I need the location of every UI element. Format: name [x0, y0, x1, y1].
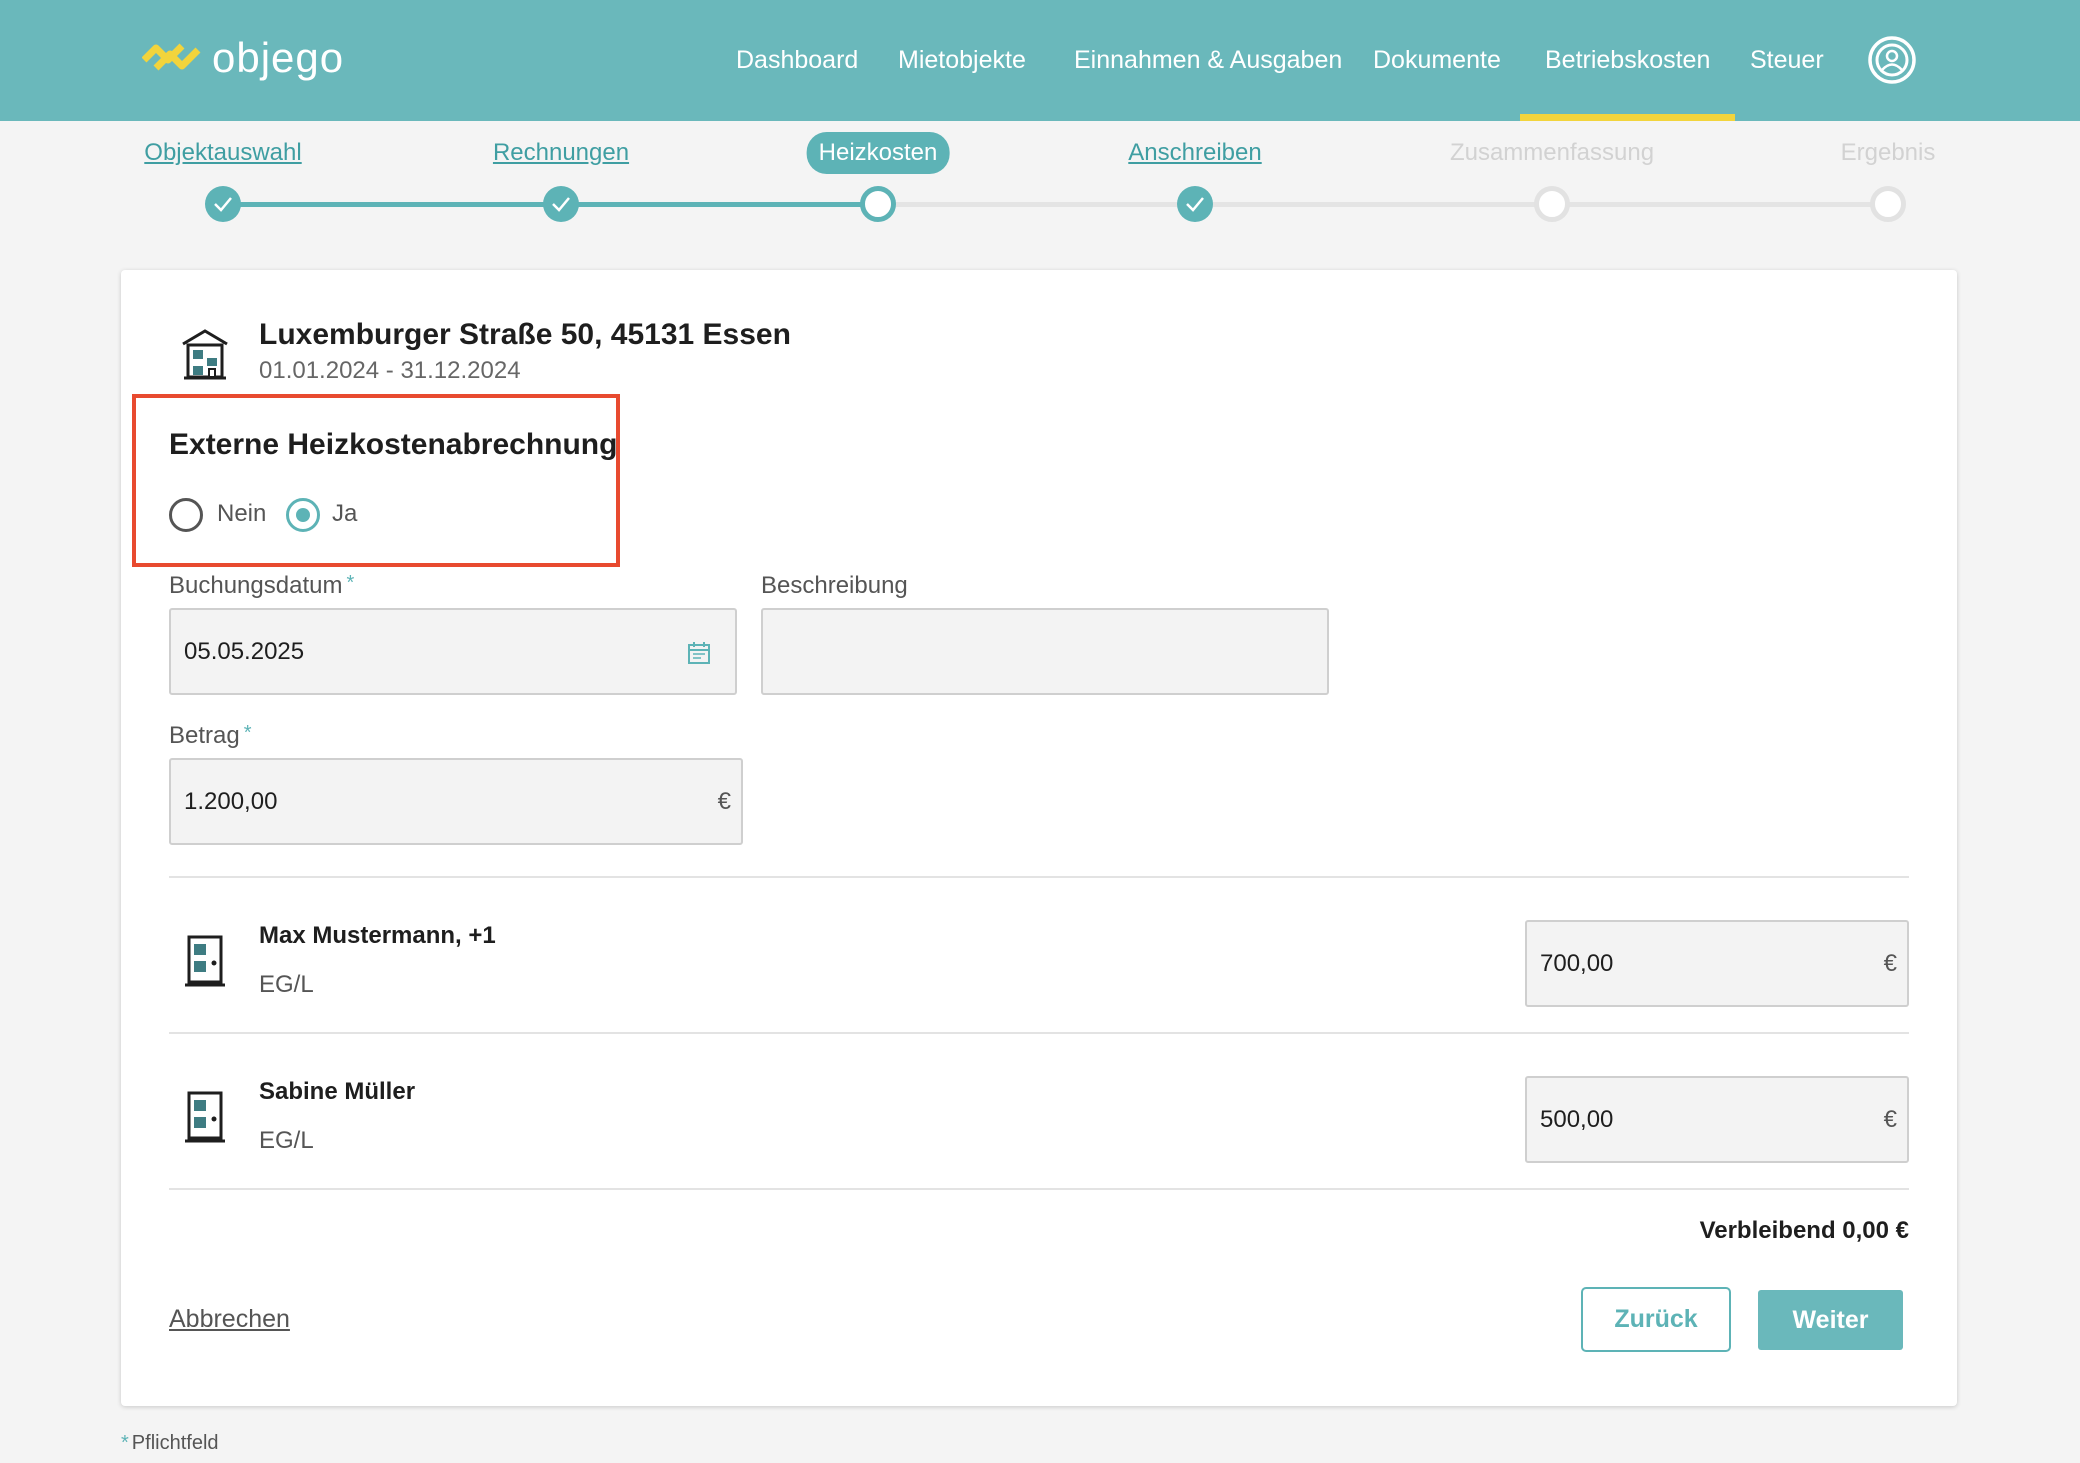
external-billing-title: Externe Heizkostenabrechnung [169, 428, 618, 461]
user-circle-icon[interactable] [1867, 35, 1917, 85]
tenant-amount-value: 500,00 [1540, 1106, 1614, 1133]
euro-symbol: € [1883, 950, 1897, 977]
step-dot-anschreiben[interactable] [1177, 186, 1213, 222]
brand-name: objego [212, 34, 345, 81]
top-navigation-bar: objego Dashboard Mietobjekte Einnahmen &… [0, 0, 2080, 121]
amount-label-text: Betrag [169, 722, 240, 749]
booking-date-label: Buchungsdatum * [169, 572, 354, 600]
radio-nein-label[interactable]: Nein [217, 500, 266, 528]
step-rechnungen[interactable]: Rechnungen [493, 136, 629, 170]
property-address: Luxemburger Straße 50, 45131 Essen [259, 318, 791, 351]
euro-symbol: € [717, 788, 731, 815]
nav-steuer[interactable]: Steuer [1750, 0, 1824, 121]
nav-dokumente[interactable]: Dokumente [1373, 0, 1501, 121]
objego-logo-mark-icon [142, 43, 201, 71]
step-ergebnis: Ergebnis [1840, 139, 1936, 166]
tenant-name: Max Mustermann, +1 [259, 922, 496, 949]
next-button[interactable]: Weiter [1758, 1290, 1903, 1350]
divider [169, 876, 1909, 878]
step-dot-objektauswahl[interactable] [205, 186, 241, 222]
nav-betriebskosten[interactable]: Betriebskosten [1519, 0, 1736, 121]
highlight-box [132, 394, 620, 567]
euro-symbol: € [1883, 1106, 1897, 1133]
divider [169, 1032, 1909, 1034]
divider [169, 1188, 1909, 1190]
amount-value: 1.200,00 [184, 788, 278, 815]
step-dot-rechnungen[interactable] [543, 186, 579, 222]
tenant-name: Sabine Müller [259, 1078, 416, 1105]
building-icon [182, 329, 228, 380]
booking-date-label-text: Buchungsdatum [169, 572, 343, 599]
step-heizkosten: Heizkosten [806, 132, 950, 174]
radio-ja-label[interactable]: Ja [332, 500, 357, 528]
radio-nein[interactable] [169, 498, 203, 532]
apartment-door-icon [185, 1091, 225, 1143]
checkmark-icon [214, 197, 232, 212]
required-marker: * [243, 722, 252, 744]
tenant-amount-input[interactable]: 700,00 € [1525, 920, 1909, 1007]
amount-input[interactable]: 1.200,00 € [169, 758, 743, 845]
apartment-door-icon [185, 935, 225, 987]
description-label: Beschreibung [761, 572, 908, 599]
tenant-unit: EG/L [259, 971, 314, 998]
checkmark-icon [552, 197, 570, 212]
nav-einnahmen-ausgaben[interactable]: Einnahmen & Ausgaben [1074, 0, 1342, 121]
amount-label: Betrag * [169, 722, 252, 750]
calendar-icon[interactable] [687, 641, 711, 665]
cancel-link[interactable]: Abbrechen [169, 1305, 290, 1334]
booking-date-input[interactable]: 05.05.2025 [169, 608, 737, 695]
tenant-unit: EG/L [259, 1127, 314, 1154]
stepper-track-pending [878, 202, 1888, 207]
tenant-amount-value: 700,00 [1540, 950, 1614, 977]
booking-date-value: 05.05.2025 [184, 638, 305, 665]
step-zusammenfassung: Zusammenfassung [1449, 139, 1655, 166]
objego-logo[interactable]: objego [142, 36, 344, 80]
tenant-amount-input[interactable]: 500,00 € [1525, 1076, 1909, 1163]
billing-period: 01.01.2024 - 31.12.2024 [259, 357, 521, 384]
description-input[interactable] [761, 608, 1329, 695]
step-dot-ergebnis [1870, 186, 1906, 222]
nav-mietobjekte[interactable]: Mietobjekte [898, 0, 1026, 121]
step-anschreiben[interactable]: Anschreiben [1128, 136, 1261, 170]
required-marker: * [346, 572, 355, 594]
required-marker: * [121, 1432, 129, 1454]
step-dot-heizkosten [860, 186, 896, 222]
nav-dashboard[interactable]: Dashboard [736, 0, 858, 121]
remaining-amount: Verbleibend 0,00 € [1699, 1217, 1909, 1244]
step-dot-zusammenfassung [1534, 186, 1570, 222]
required-note-text: Pflichtfeld [131, 1432, 219, 1454]
checkmark-icon [1186, 197, 1204, 212]
back-button[interactable]: Zurück [1581, 1287, 1731, 1352]
required-field-note: * Pflichtfeld [121, 1432, 219, 1455]
step-objektauswahl[interactable]: Objektauswahl [144, 136, 301, 170]
radio-ja[interactable] [286, 498, 320, 532]
